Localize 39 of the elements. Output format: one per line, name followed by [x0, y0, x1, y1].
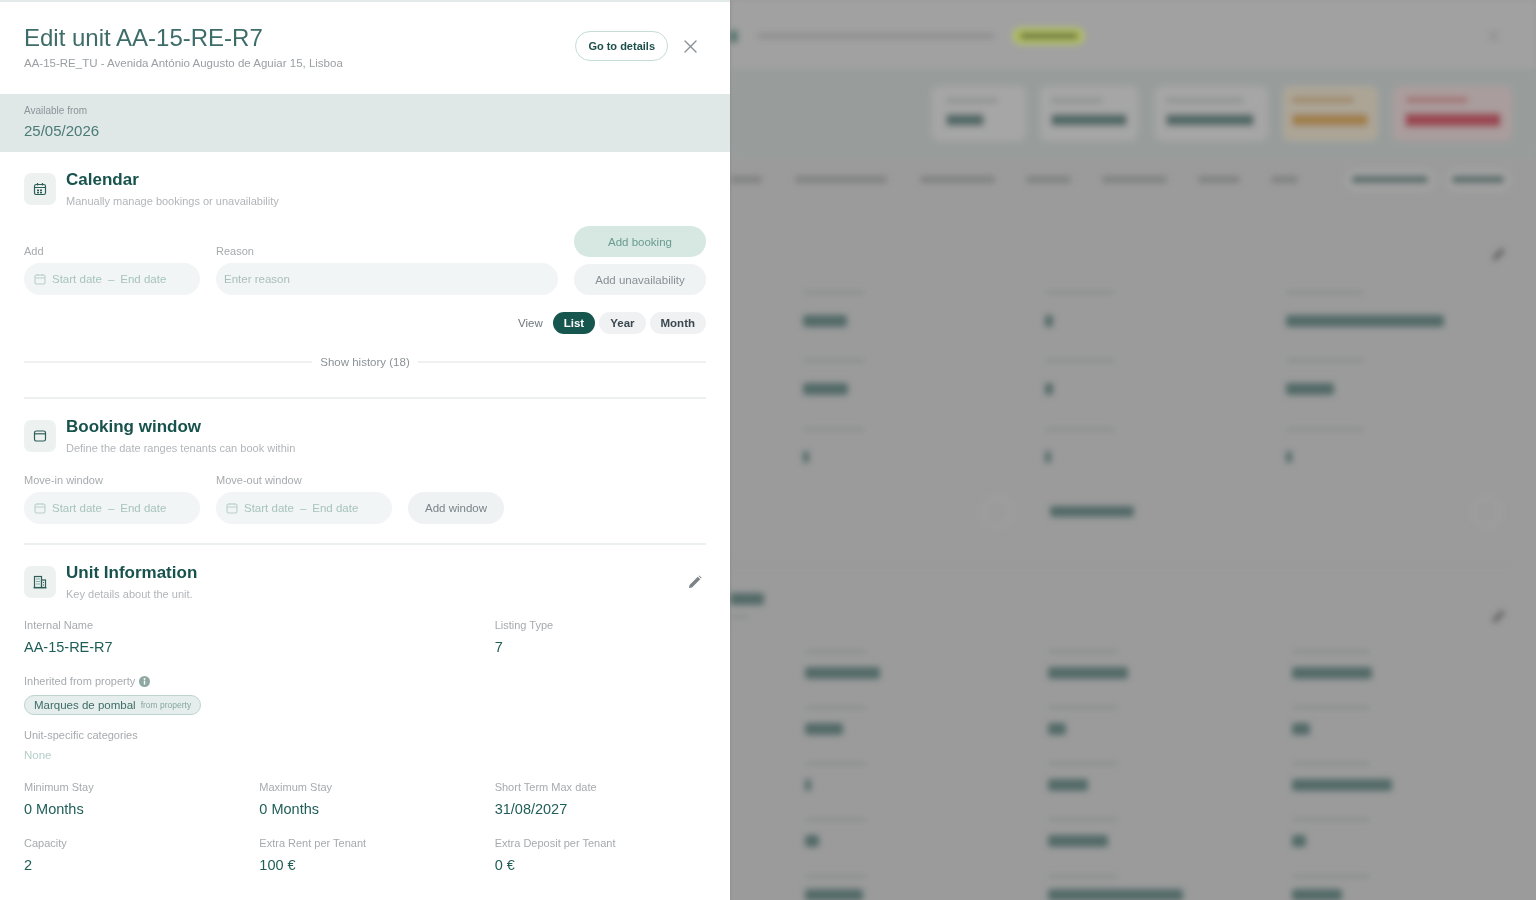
field-label: Maximum Stay	[259, 780, 333, 794]
category-source: from property	[140, 700, 192, 710]
drawer-subtitle: AA-15-RE_TU - Avenida António Augusto de Aguiar 15, Lisboa	[24, 56, 343, 71]
view-label: View	[518, 317, 543, 329]
field-value: 100 €	[259, 856, 296, 874]
availability-label: Available from	[24, 104, 88, 118]
field-label: Reason	[216, 244, 254, 258]
section-subtitle: Define the date ranges tenants can book within	[66, 441, 296, 455]
field-label: Add	[24, 244, 44, 258]
field-value: 0 Months	[259, 800, 319, 818]
date-separator: –	[107, 502, 115, 514]
field-label: Minimum Stay	[24, 780, 94, 794]
field-label: Capacity	[24, 836, 67, 850]
section-title: Booking window	[66, 417, 202, 437]
field-label: Unit-specific categories	[24, 728, 138, 742]
field-label: Inherited from property	[24, 674, 136, 688]
category-name: Marques de pombal	[34, 699, 136, 711]
section-title: Calendar	[66, 170, 139, 190]
field-label: Move-in window	[24, 473, 103, 487]
section-title: Unit Information	[66, 563, 198, 583]
date-separator: –	[299, 502, 307, 514]
field-label: Extra Rent per Tenant	[259, 836, 367, 850]
field-value: AA-15-RE-R7	[24, 638, 113, 656]
empty-value: None	[24, 748, 52, 762]
field-label: Internal Name	[24, 618, 94, 632]
field-value: 2	[24, 856, 33, 874]
field-label: Extra Deposit per Tenant	[494, 836, 616, 850]
date-separator: –	[107, 273, 115, 285]
availability-date: 25/05/2026	[24, 121, 100, 140]
field-value: 31/08/2027	[494, 800, 568, 818]
field-value: 0 Months	[24, 800, 84, 818]
field-label: Short Term Max date	[494, 780, 597, 794]
drawer-title: Edit unit AA-15-RE-R7	[24, 23, 263, 53]
field-value: 0 €	[494, 856, 515, 874]
field-label: Listing Type	[494, 618, 554, 632]
section-subtitle: Manually manage bookings or unavailability	[66, 194, 279, 208]
field-label: Move-out window	[216, 473, 302, 487]
section-subtitle: Key details about the unit.	[66, 587, 193, 601]
field-value: 7	[494, 638, 503, 656]
